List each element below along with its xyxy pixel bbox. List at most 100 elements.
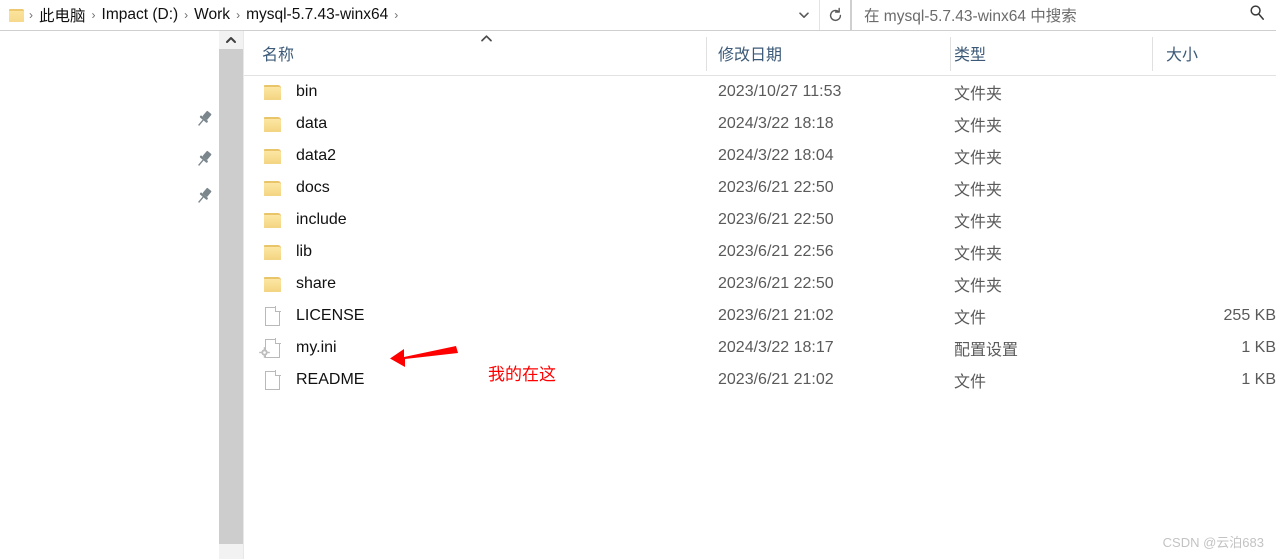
file-date-cell: 2023/6/21 22:56 (718, 243, 834, 260)
table-row[interactable]: my.ini 2024/3/22 18:17 配置设置 1 KB (244, 332, 1276, 364)
file-date-cell: 2023/6/21 22:50 (718, 179, 834, 196)
file-size-cell (1124, 268, 1276, 300)
breadcrumb-item-this-pc[interactable]: 此电脑 (34, 2, 91, 28)
column-header-name[interactable]: 名称 (262, 41, 294, 65)
table-row[interactable]: docs 2023/6/21 22:50 文件夹 (244, 172, 1276, 204)
file-name-cell[interactable]: data2 (262, 140, 336, 172)
breadcrumb-item-impact-d[interactable]: Impact (D:) (97, 4, 184, 26)
chevron-up-icon[interactable] (219, 31, 243, 49)
file-name-cell[interactable]: docs (262, 172, 330, 204)
file-name-cell[interactable]: include (262, 204, 347, 236)
file-rows: bin 2023/10/27 11:53 文件夹 data 2024/3/22 … (244, 76, 1276, 396)
file-date-cell: 2023/6/21 22:50 (718, 275, 834, 292)
document-icon (262, 370, 284, 390)
column-header-type[interactable]: 类型 (954, 41, 986, 65)
file-name-cell[interactable]: LICENSE (262, 300, 364, 332)
file-name-label: include (296, 211, 347, 228)
file-type-cell: 文件夹 (954, 246, 1003, 263)
file-type-cell: 文件 (954, 310, 987, 327)
file-type-cell: 文件夹 (954, 182, 1003, 199)
table-row[interactable]: include 2023/6/21 22:50 文件夹 (244, 204, 1276, 236)
file-name-cell[interactable]: share (262, 268, 336, 300)
document-icon (262, 306, 284, 326)
table-row[interactable]: bin 2023/10/27 11:53 文件夹 (244, 76, 1276, 108)
file-name-label: lib (296, 243, 313, 260)
table-row[interactable]: LICENSE 2023/6/21 21:02 文件 255 KB (244, 300, 1276, 332)
column-header-date[interactable]: 修改日期 (718, 41, 782, 65)
file-size-cell (1124, 236, 1276, 268)
file-size-cell: 1 KB (1241, 371, 1276, 388)
file-name-label: LICENSE (296, 307, 365, 324)
table-row[interactable]: lib 2023/6/21 22:56 文件夹 (244, 236, 1276, 268)
file-name-label: data (296, 115, 328, 132)
file-size-cell: 1 KB (1241, 339, 1276, 356)
folder-icon (262, 242, 284, 262)
file-date-cell: 2023/10/27 11:53 (718, 83, 842, 100)
file-date-cell: 2023/6/21 21:02 (718, 371, 834, 388)
annotation-text: 我的在这 (488, 365, 556, 384)
breadcrumb-separator: › (394, 8, 399, 22)
file-name-label: bin (296, 83, 318, 100)
breadcrumb-separator: › (91, 8, 96, 22)
folder-icon (262, 274, 284, 294)
column-header-size[interactable]: 大小 (1166, 41, 1198, 65)
file-type-cell: 配置设置 (954, 342, 1019, 359)
file-name-label: share (296, 275, 337, 292)
file-date-cell: 2023/6/21 21:02 (718, 307, 834, 324)
file-type-cell: 文件夹 (954, 214, 1003, 231)
file-size-cell (1124, 76, 1276, 108)
file-type-cell: 文件 (954, 374, 987, 391)
file-name-cell[interactable]: bin (262, 76, 317, 108)
table-row[interactable]: share 2023/6/21 22:50 文件夹 (244, 268, 1276, 300)
file-name-cell[interactable]: my.ini (259, 332, 337, 364)
file-date-cell: 2024/3/22 18:17 (718, 339, 834, 356)
table-row[interactable]: data 2024/3/22 18:18 文件夹 (244, 108, 1276, 140)
file-size-cell (1124, 172, 1276, 204)
file-type-cell: 文件夹 (954, 278, 1003, 295)
breadcrumb-separator: › (29, 8, 33, 22)
breadcrumb-item-work[interactable]: Work (189, 4, 235, 26)
navigation-scrollbar[interactable] (219, 31, 244, 559)
breadcrumb-separator: › (236, 8, 241, 22)
table-row[interactable]: README 2023/6/21 21:02 文件 1 KB (244, 364, 1276, 396)
folder-icon (262, 178, 284, 198)
file-date-cell: 2024/3/22 18:18 (718, 115, 834, 132)
refresh-icon[interactable] (819, 0, 850, 30)
chevron-down-icon[interactable] (789, 0, 819, 30)
search-box[interactable]: 在 mysql-5.7.43-winx64 中搜索 (851, 0, 1276, 31)
file-list-pane: 名称 修改日期 类型 大小 bin 2023/10/27 11:53 文件夹 d… (244, 31, 1276, 559)
search-icon[interactable] (1248, 4, 1266, 27)
breadcrumb-item-mysql[interactable]: mysql-5.7.43-winx64 (241, 4, 393, 26)
sort-ascending-icon (480, 34, 493, 46)
address-bar: › 此电脑 › Impact (D:) › Work › mysql-5.7.4… (0, 0, 1276, 31)
search-input[interactable]: 在 mysql-5.7.43-winx64 中搜索 (864, 4, 1077, 26)
file-type-cell: 文件夹 (954, 150, 1003, 167)
file-name-label: docs (296, 179, 330, 196)
address-path-box[interactable]: › 此电脑 › Impact (D:) › Work › mysql-5.7.4… (0, 0, 851, 31)
file-type-cell: 文件夹 (954, 118, 1003, 135)
file-name-label: README (296, 371, 365, 388)
file-name-label: my.ini (296, 339, 337, 356)
column-divider[interactable] (1152, 37, 1153, 71)
folder-icon (262, 210, 284, 230)
breadcrumb: › 此电脑 › Impact (D:) › Work › mysql-5.7.4… (28, 0, 789, 30)
file-size-cell (1124, 140, 1276, 172)
table-row[interactable]: data2 2024/3/22 18:04 文件夹 (244, 140, 1276, 172)
file-name-cell[interactable]: data (262, 108, 327, 140)
file-date-cell: 2023/6/21 22:50 (718, 211, 834, 228)
file-size-cell (1124, 204, 1276, 236)
file-date-cell: 2024/3/22 18:04 (718, 147, 834, 164)
column-divider[interactable] (950, 37, 951, 71)
file-size-cell: 255 KB (1223, 307, 1276, 324)
file-name-label: data2 (296, 147, 337, 164)
column-divider[interactable] (706, 37, 707, 71)
pin-icon[interactable] (194, 186, 214, 206)
scrollbar-thumb[interactable] (219, 49, 243, 544)
file-name-cell[interactable]: lib (262, 236, 312, 268)
folder-icon (262, 82, 284, 102)
watermark: CSDN @云泊683 (1162, 535, 1264, 550)
pin-icon[interactable] (194, 109, 214, 129)
folder-icon (262, 146, 284, 166)
pin-icon[interactable] (194, 149, 214, 169)
file-name-cell[interactable]: README (262, 364, 364, 396)
